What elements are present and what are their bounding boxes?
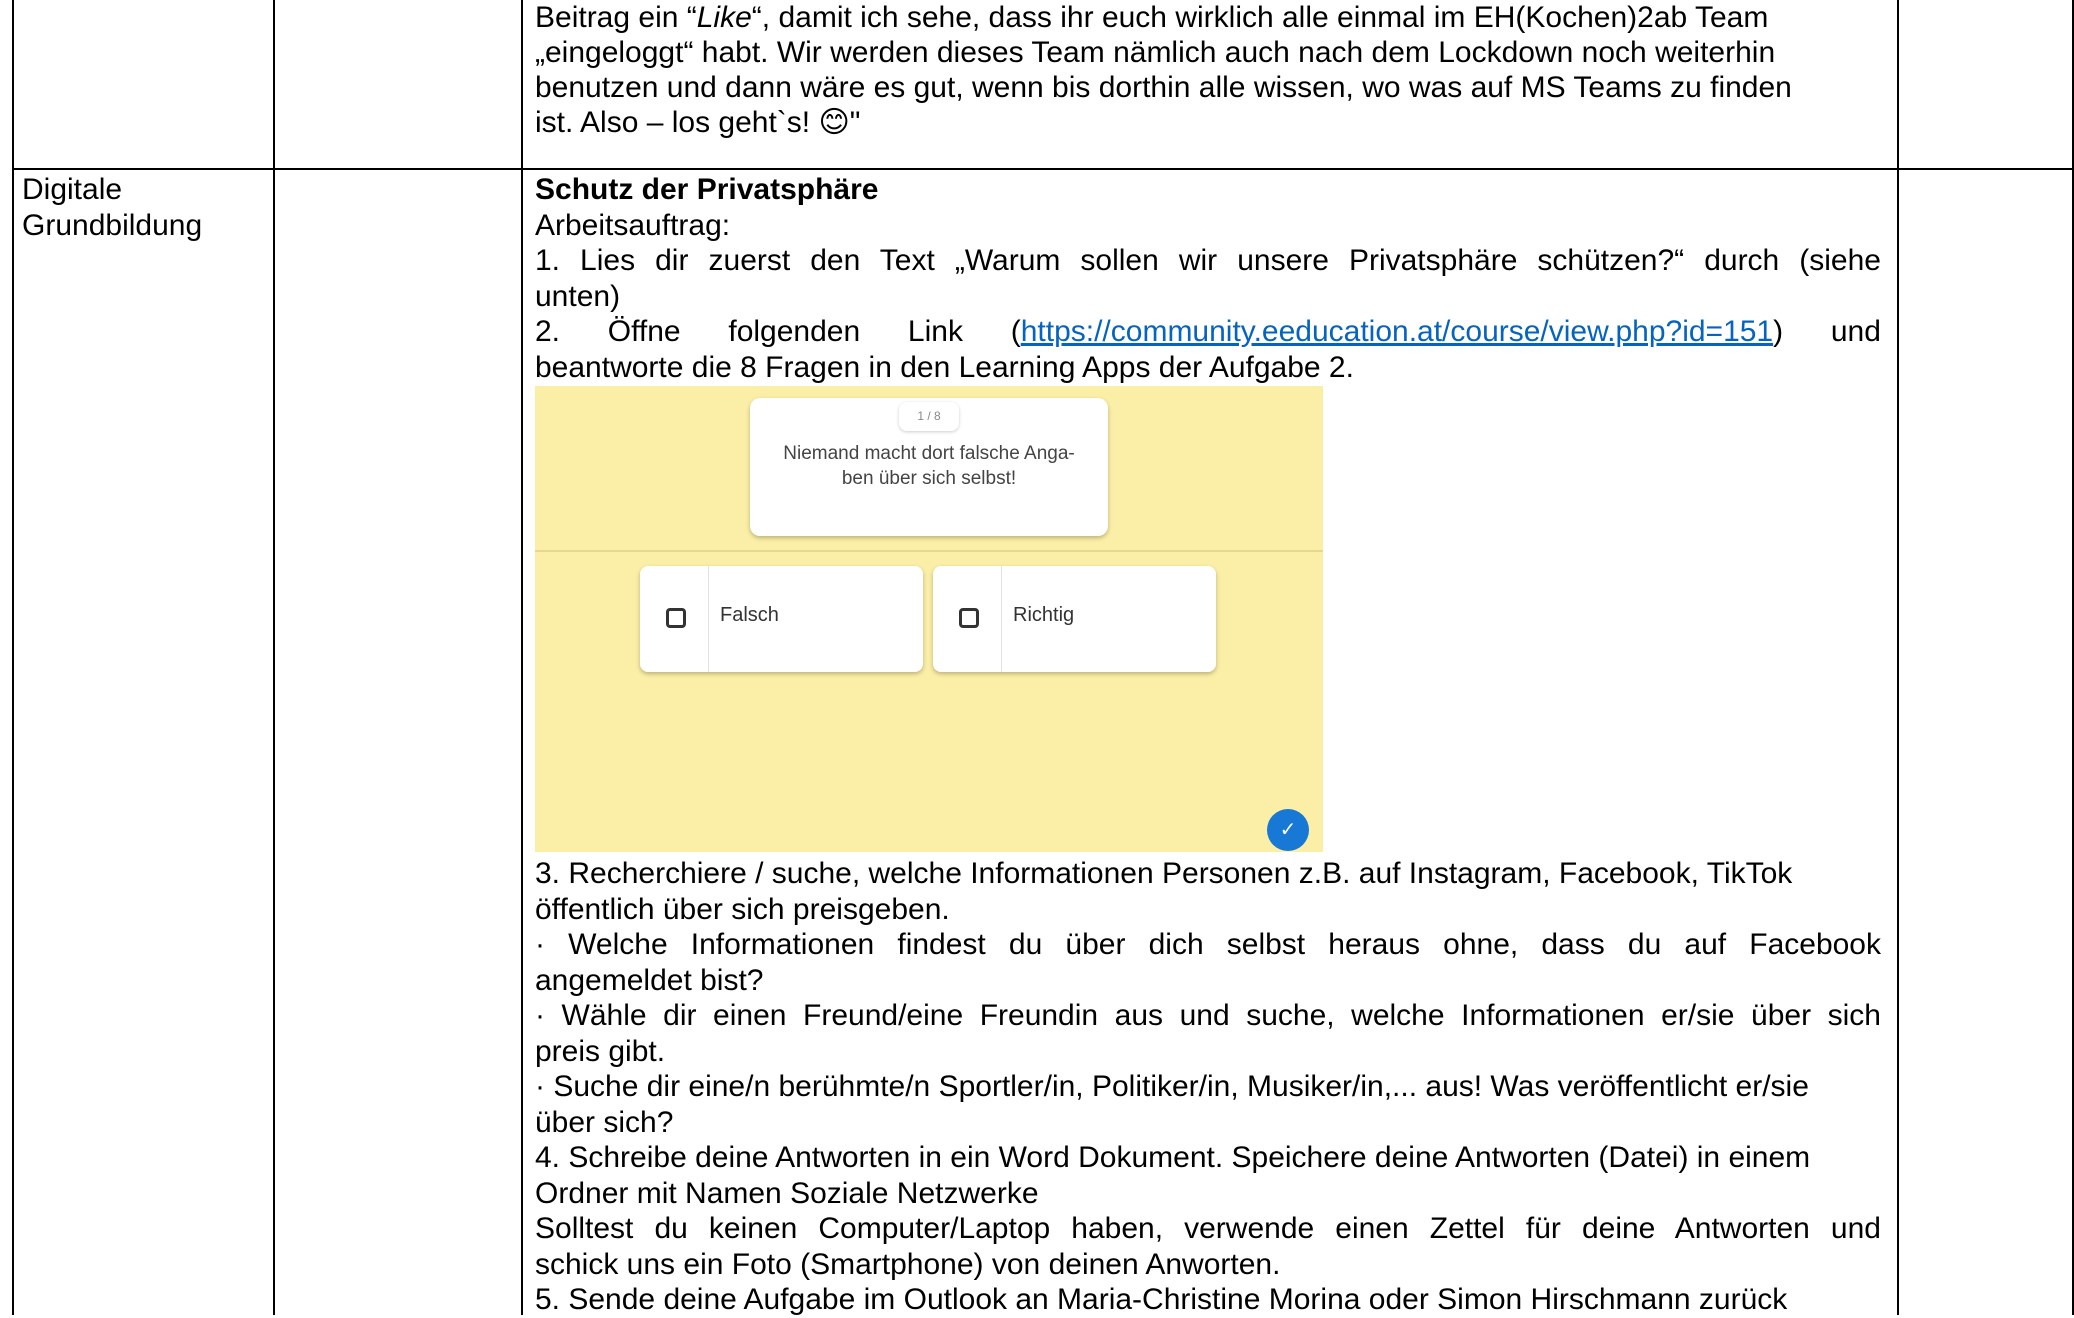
- column-divider-3: [1897, 0, 1899, 1315]
- step3-line-2: öffentlich über sich preisgeben.: [535, 892, 950, 926]
- column-divider-1: [273, 0, 275, 1315]
- answer-richtig[interactable]: Richtig: [933, 566, 1216, 672]
- step4-line-1: 4. Schreibe deine Antworten in ein Word …: [535, 1141, 1811, 1174]
- answer-separator: [708, 566, 709, 672]
- text-segment: ist. Also – los geht`s!: [535, 106, 819, 139]
- column-divider-2: [521, 0, 523, 1315]
- text-segment: ": [849, 106, 861, 139]
- table-border-left: [12, 0, 14, 1315]
- text-segment: 1. Lies dir zuerst den Text „Warum solle…: [535, 244, 1881, 277]
- text-segment: 3. Recherchiere / suche, welche Informat…: [535, 857, 1793, 890]
- step1-line-1: 1. Lies dir zuerst den Text „Warum solle…: [535, 243, 1881, 279]
- row1-line-2: „eingeloggt“ habt. Wir werden dieses Tea…: [535, 36, 1776, 69]
- subject-line-2: Grundbildung: [22, 208, 203, 242]
- answer-label: Richtig: [1013, 604, 1075, 626]
- checkbox-icon: [959, 608, 979, 628]
- text-segment: “, damit ich sehe, dass ihr euch wirklic…: [751, 1, 1769, 34]
- answer-separator: [1001, 566, 1002, 672]
- row1-line-1: Beitrag ein “Like“, damit ich sehe, dass…: [535, 0, 1881, 35]
- text-segment: 2.: [535, 315, 561, 348]
- no-computer-line-1: Solltest du keinen Computer/Laptop haben…: [535, 1212, 1881, 1245]
- section-heading: Schutz der Privatsphäre: [535, 173, 879, 206]
- bullet-3-line-2: über sich?: [535, 1105, 674, 1139]
- step4-line-2: Ordner mit Namen Soziale Netzwerke: [535, 1176, 1039, 1210]
- no-computer-line-2: schick uns ein Foto (Smartphone) von dei…: [535, 1247, 1281, 1281]
- task-content-continued: 3. Recherchiere / suche, welche Informat…: [535, 856, 1881, 1318]
- bullet-1-line-2: angemeldet bist?: [535, 963, 764, 997]
- step3-line-1: 3. Recherchiere / suche, welche Informat…: [535, 856, 1881, 892]
- text-segment: Öffne: [607, 315, 681, 348]
- row1-line-4: ist. Also – los geht`s! 😊": [535, 105, 1881, 140]
- text-segment: Beitrag ein “: [535, 1, 697, 34]
- answer-label: Falsch: [720, 604, 779, 626]
- task-label: Arbeitsauftrag:: [535, 208, 731, 242]
- bullet-1-line-1: · Welche Informationen findest du über d…: [535, 928, 1881, 961]
- like-emphasis: Like: [696, 1, 752, 34]
- text-segment: und: [1830, 315, 1881, 348]
- task-content: Schutz der Privatsphäre Arbeitsauftrag: …: [535, 172, 1881, 385]
- question-counter: 1 / 8: [899, 402, 958, 431]
- row1-line-3: benutzen und dann wäre es gut, wenn bis …: [535, 71, 1792, 104]
- bullet-2-line-2: preis gibt.: [535, 1034, 666, 1068]
- step1-line-2: unten): [535, 279, 621, 313]
- text-segment: folgenden: [728, 315, 861, 348]
- question-text: Niemand macht dort falsche Anga-ben über…: [783, 443, 1075, 489]
- answer-falsch[interactable]: Falsch: [640, 566, 923, 672]
- question-card: 1 / 8 Niemand macht dort falsche Anga-be…: [750, 398, 1108, 536]
- row1-content: Beitrag ein “Like“, damit ich sehe, dass…: [535, 0, 1881, 140]
- subject-cell: Digitale Grundbildung: [22, 172, 262, 243]
- learning-app-screenshot: 1 / 8 Niemand macht dort falsche Anga-be…: [535, 386, 1323, 852]
- subject-line-1: Digitale: [22, 173, 123, 206]
- bullet-2-line-1: · Wähle dir einen Freund/eine Freundin a…: [535, 999, 1881, 1032]
- checkbox-icon: [666, 608, 686, 628]
- screenshot-divider: [535, 550, 1323, 552]
- bullet-3-line-1: · Suche dir eine/n berühmte/n Sportler/i…: [535, 1070, 1809, 1103]
- step2-line-1: 2. Öffne folgenden Link (https://communi…: [535, 315, 1881, 348]
- step5-line: 5. Sende deine Aufgabe im Outlook an Mar…: [535, 1283, 1788, 1316]
- smiley-emoji-icon: 😊: [818, 105, 850, 140]
- text-segment: Link: [907, 315, 963, 348]
- step2-line-2: beantworte die 8 Fragen in den Learning …: [535, 350, 1354, 384]
- check-icon[interactable]: ✓: [1267, 809, 1309, 851]
- course-link[interactable]: https://community.eeducation.at/course/v…: [1021, 315, 1773, 348]
- row-divider: [12, 168, 2074, 170]
